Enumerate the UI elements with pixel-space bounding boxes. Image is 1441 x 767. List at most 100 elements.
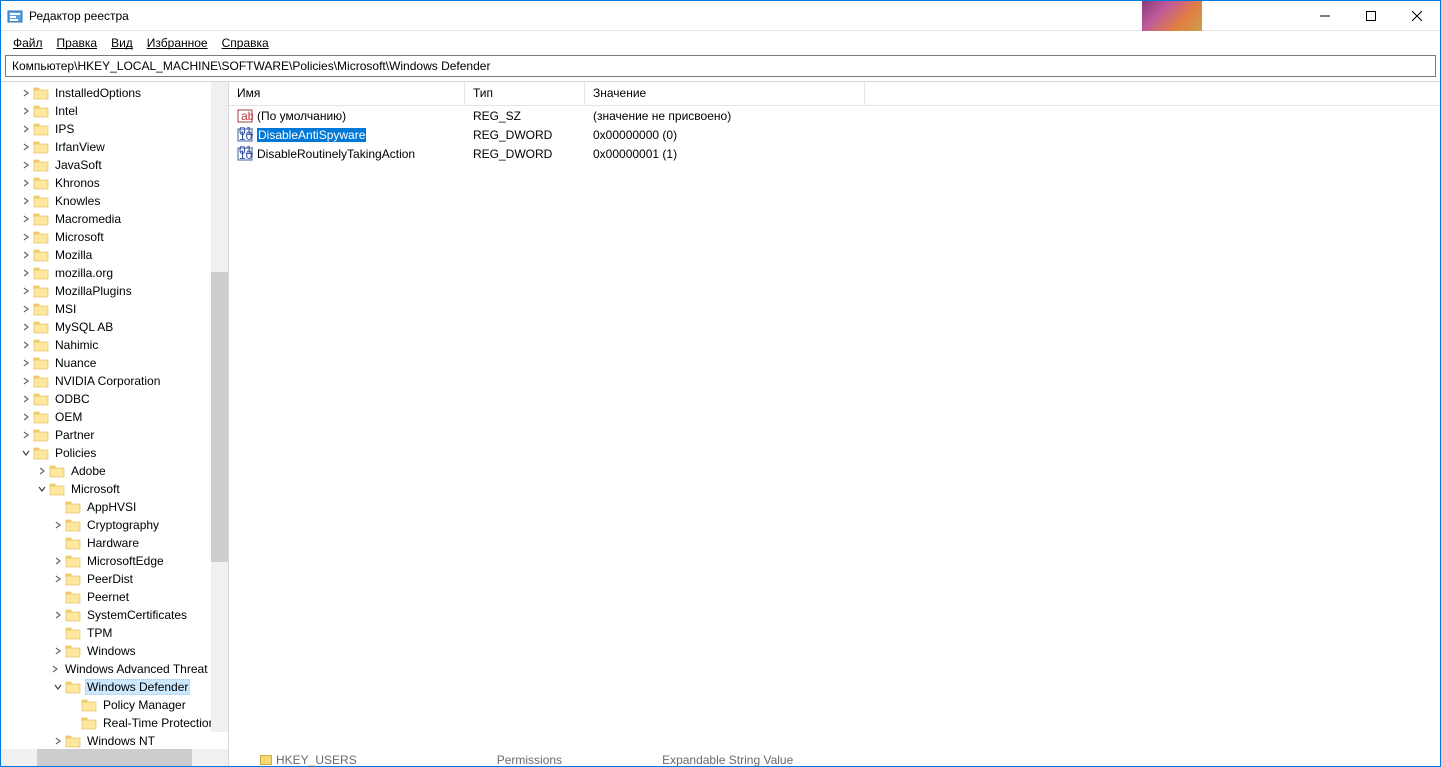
tree-node[interactable]: Microsoft — [1, 228, 228, 246]
chevron-right-icon[interactable] — [19, 356, 33, 370]
regedit-window: Редактор реестра Файл Правка Вид Избранн… — [0, 0, 1441, 767]
chevron-right-icon[interactable] — [35, 464, 49, 478]
menu-favorites[interactable]: Избранное — [141, 34, 214, 52]
tree-node[interactable]: Peernet — [1, 588, 228, 606]
tree-node-label: Khronos — [53, 176, 102, 190]
chevron-down-icon[interactable] — [35, 482, 49, 496]
chevron-right-icon[interactable] — [19, 392, 33, 406]
column-header-name[interactable]: Имя — [229, 82, 465, 105]
chevron-right-icon[interactable] — [51, 572, 65, 586]
tree-node-label: Microsoft — [53, 230, 106, 244]
registry-value-row[interactable]: 01101001DisableAntiSpywareREG_DWORD0x000… — [229, 125, 1440, 144]
scrollbar-thumb-horizontal[interactable] — [37, 749, 192, 766]
chevron-right-icon[interactable] — [19, 140, 33, 154]
registry-value-row[interactable]: ab(По умолчанию)REG_SZ(значение не присв… — [229, 106, 1440, 125]
tree-node[interactable]: Nuance — [1, 354, 228, 372]
tree-horizontal-scrollbar[interactable] — [1, 749, 228, 766]
tree-node[interactable]: MozillaPlugins — [1, 282, 228, 300]
tree-node[interactable]: Real-Time Protection — [1, 714, 228, 732]
tree-node[interactable]: MySQL AB — [1, 318, 228, 336]
chevron-right-icon[interactable] — [19, 428, 33, 442]
chevron-right-icon[interactable] — [51, 644, 65, 658]
menu-help[interactable]: Справка — [216, 34, 275, 52]
chevron-right-icon[interactable] — [51, 554, 65, 568]
tree-node[interactable]: ODBC — [1, 390, 228, 408]
list-body[interactable]: ab(По умолчанию)REG_SZ(значение не присв… — [229, 106, 1440, 766]
chevron-right-icon[interactable] — [19, 212, 33, 226]
tree-node[interactable]: Partner — [1, 426, 228, 444]
chevron-right-icon[interactable] — [19, 194, 33, 208]
tree-node[interactable]: MicrosoftEdge — [1, 552, 228, 570]
chevron-right-icon[interactable] — [19, 158, 33, 172]
minimize-button[interactable] — [1302, 1, 1348, 31]
tree-node[interactable]: Microsoft — [1, 480, 228, 498]
tree-node[interactable]: Nahimic — [1, 336, 228, 354]
tree-node[interactable]: Adobe — [1, 462, 228, 480]
chevron-right-icon[interactable] — [19, 410, 33, 424]
registry-value-row[interactable]: 01101001DisableRoutinelyTakingActionREG_… — [229, 144, 1440, 163]
tree-node-label: Windows Defender — [85, 679, 190, 695]
tree-node[interactable]: Macromedia — [1, 210, 228, 228]
tree-node[interactable]: Knowles — [1, 192, 228, 210]
tree-node-label: Hardware — [85, 536, 141, 550]
tree-node[interactable]: InstalledOptions — [1, 84, 228, 102]
tree-node[interactable]: Hardware — [1, 534, 228, 552]
tree-node[interactable]: PeerDist — [1, 570, 228, 588]
tree-node[interactable]: Khronos — [1, 174, 228, 192]
tree-node[interactable]: OEM — [1, 408, 228, 426]
tree-node-label: MySQL AB — [53, 320, 115, 334]
maximize-button[interactable] — [1348, 1, 1394, 31]
chevron-right-icon[interactable] — [51, 662, 59, 676]
tree-node[interactable]: Policies — [1, 444, 228, 462]
tree-node[interactable]: IPS — [1, 120, 228, 138]
chevron-down-icon[interactable] — [19, 446, 33, 460]
tree-node[interactable]: JavaSoft — [1, 156, 228, 174]
chevron-down-icon[interactable] — [51, 680, 65, 694]
chevron-right-icon[interactable] — [19, 176, 33, 190]
tree-node[interactable]: TPM — [1, 624, 228, 642]
chevron-right-icon[interactable] — [19, 338, 33, 352]
chevron-right-icon[interactable] — [19, 104, 33, 118]
column-header-value[interactable]: Значение — [585, 82, 865, 105]
chevron-right-icon[interactable] — [19, 320, 33, 334]
tree-node[interactable]: IrfanView — [1, 138, 228, 156]
scrollbar-thumb[interactable] — [211, 272, 228, 562]
chevron-right-icon[interactable] — [19, 284, 33, 298]
chevron-right-icon[interactable] — [51, 518, 65, 532]
chevron-right-icon[interactable] — [19, 230, 33, 244]
tree-node[interactable]: Windows — [1, 642, 228, 660]
tree-scroll-area[interactable]: InstalledOptionsIntelIPSIrfanViewJavaSof… — [1, 82, 228, 749]
tree-node[interactable]: NVIDIA Corporation — [1, 372, 228, 390]
menu-view[interactable]: Вид — [105, 34, 139, 52]
tree-node-label: Macromedia — [53, 212, 123, 226]
chevron-right-icon[interactable] — [19, 374, 33, 388]
tree-node[interactable]: Windows NT — [1, 732, 228, 749]
chevron-right-icon[interactable] — [19, 302, 33, 316]
close-button[interactable] — [1394, 1, 1440, 31]
chevron-right-icon[interactable] — [51, 734, 65, 748]
address-bar[interactable]: Компьютер\HKEY_LOCAL_MACHINE\SOFTWARE\Po… — [5, 55, 1436, 77]
tree-node[interactable]: Cryptography — [1, 516, 228, 534]
chevron-right-icon[interactable] — [51, 608, 65, 622]
chevron-right-icon[interactable] — [19, 122, 33, 136]
chevron-right-icon[interactable] — [19, 266, 33, 280]
tree-node[interactable]: Policy Manager — [1, 696, 228, 714]
tree-node[interactable]: SystemCertificates — [1, 606, 228, 624]
column-header-type[interactable]: Тип — [465, 82, 585, 105]
tree-node[interactable]: Windows Defender — [1, 678, 228, 696]
chevron-right-icon[interactable] — [19, 86, 33, 100]
tree-node[interactable]: AppHVSI — [1, 498, 228, 516]
tree-node[interactable]: MSI — [1, 300, 228, 318]
tree-node[interactable]: Mozilla — [1, 246, 228, 264]
menu-bar: Файл Правка Вид Избранное Справка — [1, 31, 1440, 55]
value-data: 0x00000001 (1) — [585, 146, 865, 162]
tree-node[interactable]: mozilla.org — [1, 264, 228, 282]
tree-node[interactable]: Intel — [1, 102, 228, 120]
menu-file[interactable]: Файл — [7, 34, 49, 52]
tree-node[interactable]: Windows Advanced Threat Protection — [1, 660, 228, 678]
menu-edit[interactable]: Правка — [51, 34, 104, 52]
tree-vertical-scrollbar[interactable] — [211, 82, 228, 732]
tree-node-label: Microsoft — [69, 482, 122, 496]
chevron-right-icon[interactable] — [19, 248, 33, 262]
svg-text:1001: 1001 — [239, 148, 253, 162]
